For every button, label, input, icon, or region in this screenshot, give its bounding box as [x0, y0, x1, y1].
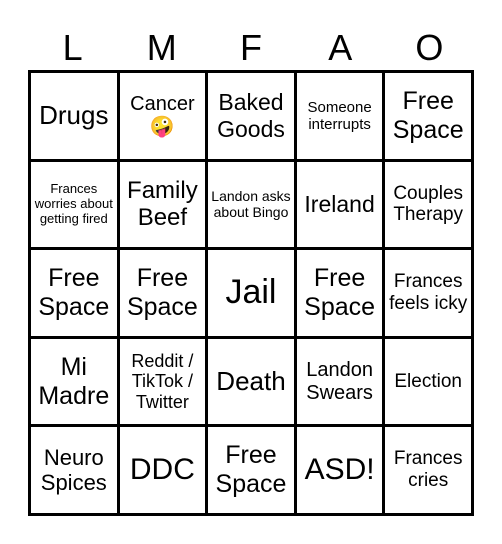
cell-label: Couples Therapy	[393, 182, 464, 226]
bingo-cell[interactable]: Ireland	[296, 161, 383, 248]
cell-label: Mi Madre	[38, 352, 110, 410]
cell-label: Free Space	[38, 264, 110, 321]
bingo-cell[interactable]: Landon Swears	[296, 338, 383, 425]
cell-label: Someone interrupts	[307, 98, 372, 133]
cell-label: Cancer 🤪	[130, 92, 195, 138]
bingo-cell[interactable]: Someone interrupts	[296, 73, 383, 159]
bingo-cell[interactable]: Mi Madre	[31, 338, 117, 425]
header-letter: L	[62, 27, 83, 68]
bingo-header: L M F A O	[28, 26, 474, 70]
cell-label: Family Beef	[127, 176, 198, 232]
bingo-cell[interactable]: ASD!	[296, 427, 383, 513]
header-letter: M	[146, 27, 177, 68]
cell-label: Free Space	[392, 87, 464, 144]
cell-label: Free Space	[126, 264, 198, 321]
cell-label: Reddit / TikTok / Twitter	[131, 350, 194, 412]
bingo-cell[interactable]: Reddit / TikTok / Twitter	[119, 338, 206, 425]
cell-label: Frances cries	[393, 448, 463, 492]
bingo-cell[interactable]: Death	[208, 338, 294, 425]
bingo-grid: Drugs Cancer 🤪 Baked Goods Someone interrup…	[28, 70, 474, 516]
header-letter: A	[328, 27, 353, 68]
bingo-cell[interactable]: Neuro Spices	[31, 427, 117, 513]
cell-label: Landon asks about Bingo	[211, 188, 291, 221]
cell-label: Election	[394, 370, 462, 392]
bingo-cell[interactable]: Landon asks about Bingo	[208, 161, 294, 248]
bingo-cell[interactable]: DDC	[119, 427, 206, 513]
header-letter: F	[240, 27, 262, 68]
cell-label: Ireland	[304, 191, 375, 218]
bingo-cell[interactable]: Jail	[208, 250, 294, 336]
cell-label: Landon Swears	[306, 358, 373, 404]
cell-label: DDC	[129, 452, 195, 486]
bingo-cell[interactable]: Drugs	[31, 73, 117, 159]
bingo-cell[interactable]: Free Space	[385, 73, 471, 159]
cell-label: Frances worries about getting fired	[34, 180, 113, 226]
bingo-cell[interactable]: Free Space	[31, 250, 117, 336]
bingo-cell[interactable]: Election	[385, 338, 471, 425]
cell-label: Free Space	[304, 264, 376, 321]
bingo-cell[interactable]: Family Beef	[119, 161, 206, 248]
bingo-cell[interactable]: Frances worries about getting fired	[31, 161, 117, 248]
bingo-cell[interactable]: Frances feels icky	[385, 250, 471, 336]
bingo-cell[interactable]: Couples Therapy	[385, 161, 471, 248]
cell-label: Jail	[225, 273, 277, 312]
cell-label: Drugs	[39, 99, 109, 130]
bingo-cell[interactable]: Frances cries	[385, 427, 471, 513]
bingo-cell[interactable]: Baked Goods	[208, 73, 294, 159]
cell-label: Baked Goods	[217, 89, 285, 142]
cell-label: Frances feels icky	[389, 271, 468, 314]
bingo-cell[interactable]: Free Space	[208, 427, 294, 513]
cell-label: ASD!	[304, 452, 375, 486]
bingo-cell[interactable]: Free Space	[119, 250, 206, 336]
cell-label: Neuro Spices	[40, 444, 107, 496]
header-letter: O	[415, 27, 444, 68]
bingo-cell[interactable]: Free Space	[296, 250, 383, 336]
cell-label: Free Space	[215, 441, 287, 499]
bingo-cell[interactable]: Cancer 🤪	[119, 73, 206, 159]
cell-label: Death	[216, 365, 286, 396]
